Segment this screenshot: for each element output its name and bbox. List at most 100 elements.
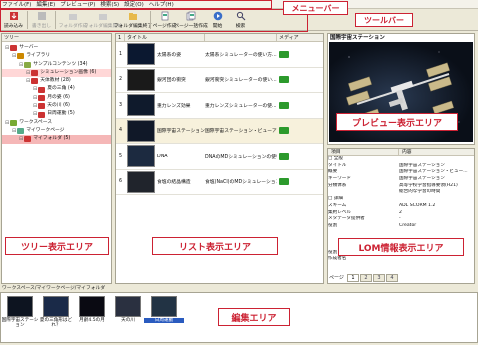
page-tab-1[interactable]: 1 [346,273,359,282]
tree-item[interactable]: ⊟ サーバー [2,44,111,52]
lom-row[interactable]: タイトル 国際宇宙ステーション [328,163,474,170]
media-icon [279,178,289,186]
list-title: 食塩の結晶構造 [157,180,191,186]
tree-header: ツリー [2,34,111,42]
lom-row[interactable]: キーワード 国際宇宙ステーション [328,176,474,183]
expand-toggle-icon[interactable]: ⊟ [19,61,23,69]
list-description: 食塩(NaCl)のMDシミュレーション... [205,180,277,186]
lom-key: □ 全般 [328,156,343,161]
list-header: 1 タイトル メディア [116,34,323,42]
lom-value [399,156,471,163]
expand-toggle-icon[interactable]: ⊟ [12,52,16,60]
page-tab-2[interactable]: 2 [359,273,372,282]
media-icon [279,76,289,84]
edit-path: ワークスペース/マイワークページ/マイフォルダ [0,285,478,292]
lom-row[interactable]: スキーム ADL SCORM 1.2 [328,203,474,210]
lom-row[interactable]: 作成者名 [328,256,474,263]
lom-value: Creator [399,222,417,228]
preview-callout: プレビュー表示エリア [336,113,458,131]
tree-item[interactable]: ⊟ 日周運動 (5) [2,110,111,118]
toolbar-zone [0,9,308,32]
list-description: 太陽系シミュレーターの使い方... [205,52,277,58]
tree-item-label: サーバー [19,45,39,50]
lom-row[interactable] [328,230,474,237]
tree-item[interactable]: ⊟ ライブラリ [2,52,111,60]
list-description: 銀河衝突シミュレーターの使い... [205,78,277,84]
edit-item[interactable]: 天の川 [113,296,143,323]
list-row[interactable]: 4 国際宇宙ステーション 国際宇宙ステーション・ビューア... [116,118,323,144]
folder-icon [10,45,18,52]
expand-toggle-icon[interactable]: ⊟ [12,127,16,135]
list-row-number: 2 [118,77,123,83]
lom-header: 項目 内容 [328,149,474,156]
lom-key: 集約レベル [328,209,351,215]
expand-toggle-icon[interactable]: ⊟ [5,119,9,127]
edit-item[interactable]: 日周運動 [144,296,184,323]
lom-panel: 項目 内容 □ 全般 タイトル 国際宇宙ステーション 概要 国際宇宙ステーション・ビ… [327,148,475,284]
list-row[interactable]: 6 食塩の結晶構造 食塩(NaCl)のMDシミュレーション... [116,170,323,195]
list-row[interactable]: 1 太陽系の姿 太陽系シミュレーターの使い方... [116,42,323,68]
lom-row[interactable]: 分類体系 高等学校学習指導要領(H21) [328,183,474,190]
list-col-media[interactable]: メディア [277,34,321,41]
lom-key: メタデータ提供者 [328,216,365,222]
folder-icon [24,136,32,143]
expand-toggle-icon[interactable]: ⊟ [33,85,37,93]
expand-toggle-icon[interactable]: ⊟ [26,69,30,77]
lom-row[interactable]: メタデータ提供者 - [328,216,474,223]
lom-row[interactable]: □ 全般 [328,156,474,163]
tree-item[interactable]: ⊟ ワークスペース [2,119,111,127]
list-row-number: 6 [118,179,123,185]
list-row[interactable]: 2 銀河団の衝突 銀河衝突シミュレーターの使い... [116,68,323,93]
tree-item[interactable]: ⊟ 天体教材 (28) [2,77,111,85]
folder-icon [17,128,25,135]
tree-item[interactable]: ⊟ 夏の三角 (4) [2,85,111,93]
tree-item[interactable]: ⊟ マイワークページ [2,127,111,135]
edit-item[interactable]: 月齢4.5の月 [77,296,107,323]
list-description: 重力レンズシミュレーターの使... [205,103,277,109]
tree-item[interactable]: ⊟ シミュレーション画像 (6) [2,68,111,78]
lom-col-item[interactable]: 項目 [328,149,399,155]
edit-thumbnail [79,296,105,317]
list-col-num[interactable]: 1 [116,34,125,41]
expand-toggle-icon[interactable]: ⊟ [33,102,37,110]
lom-row[interactable]: 集約レベル 2 [328,210,474,217]
expand-toggle-icon[interactable]: ⊟ [33,110,37,118]
lom-row[interactable]: 総合的な学習の時間 [328,189,474,196]
folder-icon [38,86,46,93]
edit-caption: 天の川 [121,318,135,323]
list-thumbnail [127,68,155,91]
tree-item[interactable]: ⊟ マイフォルダ (5) [2,135,111,144]
tree-item[interactable]: ⊟ サンプルコンテンツ (34) [2,61,111,69]
edit-item[interactable]: 夏の三角形はどれ？ [40,296,72,328]
lom-col-value[interactable]: 内容 [399,149,474,155]
edit-item[interactable]: 国際宇宙ステーション [2,296,38,328]
lom-value [399,196,471,203]
lom-key [328,230,399,237]
expand-toggle-icon[interactable]: ⊟ [26,77,30,85]
toolbar-callout: ツールバー [355,13,413,27]
tree-item[interactable]: ⊟ 天の川 (6) [2,102,111,110]
page-tab-3[interactable]: 3 [372,273,385,282]
lom-row[interactable]: □ 詳細 [328,196,474,203]
list-row[interactable]: 3 重力レンズ効果 重力レンズシミュレーターの使... [116,93,323,119]
tree-item-label: 夏の三角 (4) [47,86,75,92]
list-row-number: 1 [118,51,123,57]
expand-toggle-icon[interactable]: ⊟ [33,94,37,102]
list-row[interactable]: 5 DNA DNAのMDシミュレーションの使い... [116,144,323,170]
expand-toggle-icon[interactable]: ⊟ [19,135,23,143]
list-title: 国際宇宙ステーション [157,129,205,135]
list-col-title[interactable]: タイトル [125,34,205,41]
lom-row[interactable]: 概要 国際宇宙ステーション・ビュー... [328,169,474,176]
list-col-desc[interactable] [205,34,277,41]
lom-value [399,230,471,237]
lom-key: タイトル [328,162,347,168]
lom-row[interactable]: 役割 Creator [328,223,474,230]
tree-callout: ツリー表示エリア [5,237,109,255]
tree-item[interactable]: ⊟ 月の姿 (6) [2,94,111,102]
lom-key: 役割 [328,222,338,228]
expand-toggle-icon[interactable]: ⊟ [5,44,9,52]
edit-caption: 国際宇宙ステーション [1,318,39,328]
edit-caption: 夏の三角形はどれ？ [39,318,73,328]
lom-page-tabs: ページ 1 2 3 4 [329,273,399,282]
page-tab-4[interactable]: 4 [385,273,398,282]
